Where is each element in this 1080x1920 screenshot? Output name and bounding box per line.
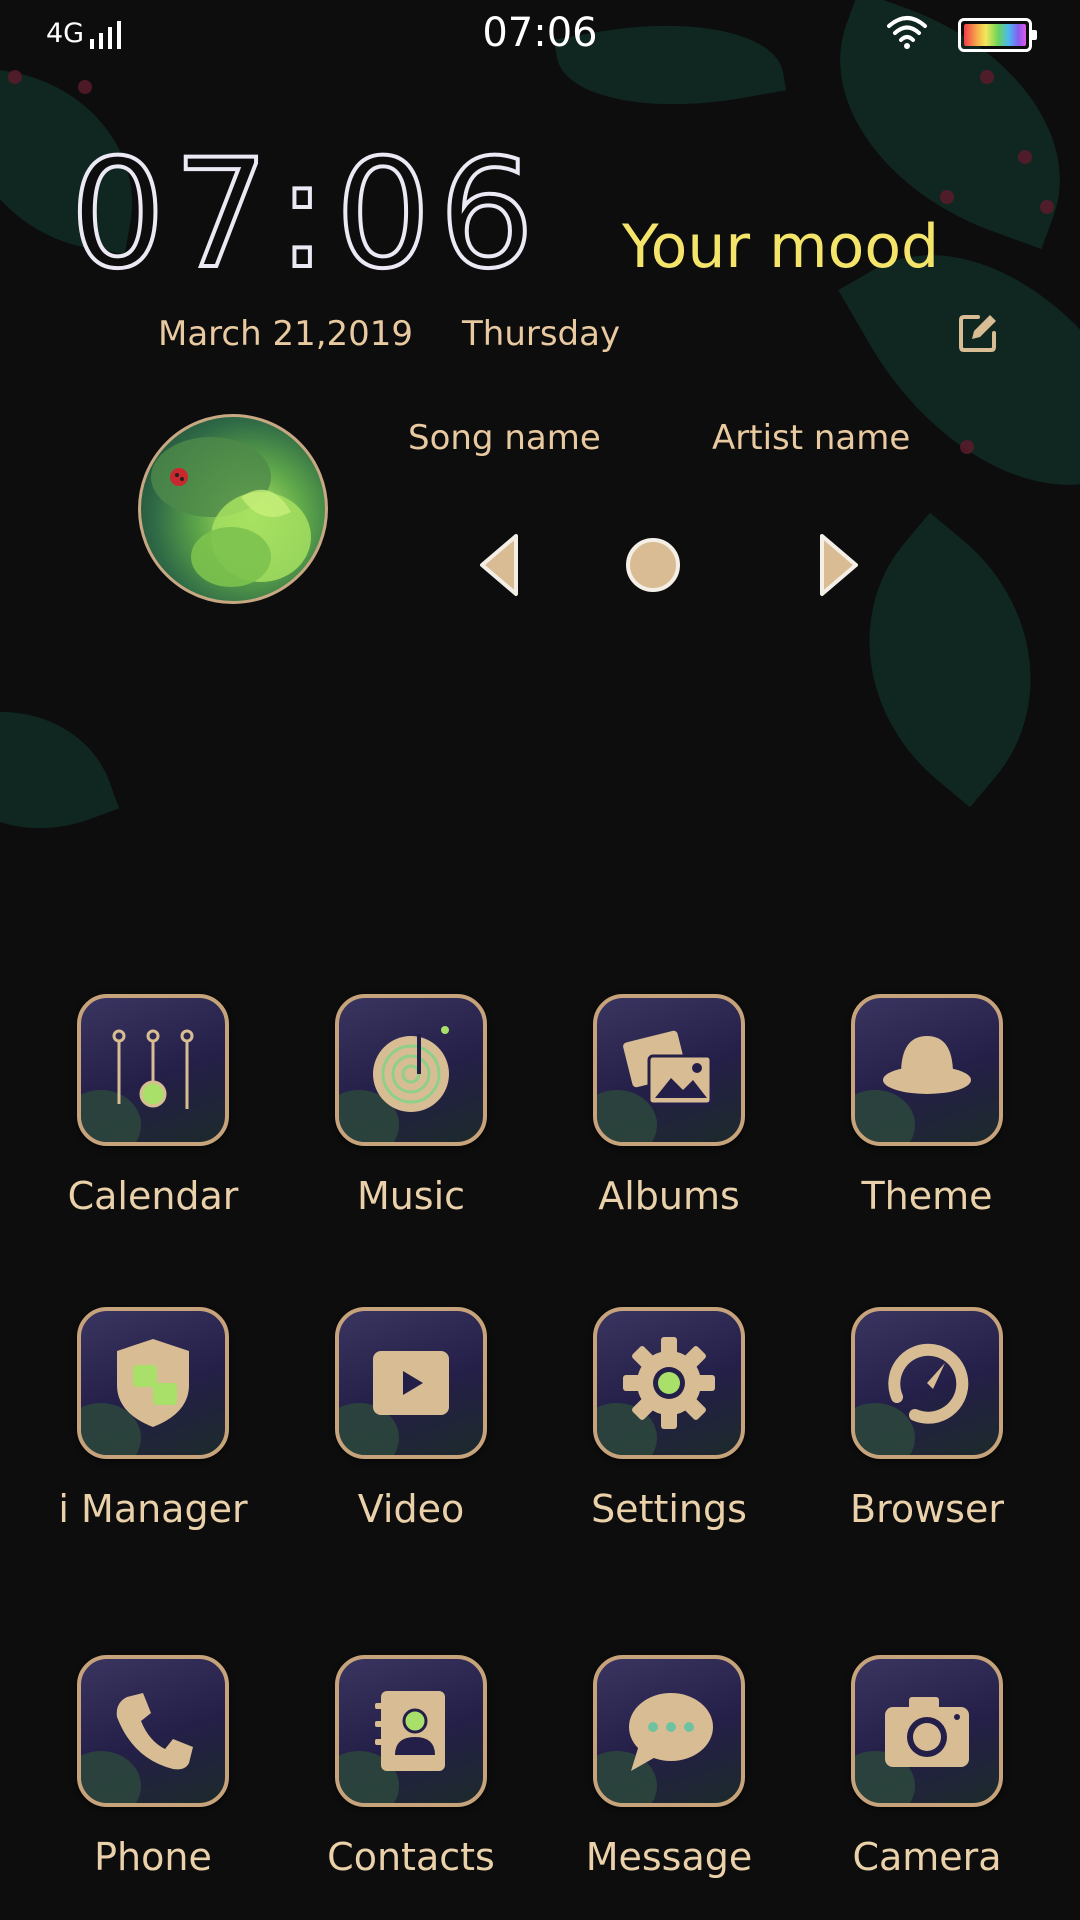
song-name[interactable]: Song name [408, 418, 601, 458]
clock-widget-time[interactable]: 07:06 [68, 138, 542, 292]
background-berry [78, 80, 92, 94]
camera-icon[interactable] [851, 1655, 1003, 1807]
shield-icon[interactable] [77, 1307, 229, 1459]
app-camera[interactable]: Camera [798, 1655, 1056, 1915]
background-berry [940, 190, 954, 204]
background-berry [960, 440, 974, 454]
app-label: Camera [852, 1835, 1002, 1879]
music-icon[interactable] [335, 994, 487, 1146]
app-settings[interactable]: Settings [540, 1307, 798, 1567]
artist-name[interactable]: Artist name [712, 418, 910, 458]
album-art[interactable] [138, 414, 328, 604]
app-label: Theme [861, 1174, 993, 1218]
play-pause-icon[interactable] [618, 530, 688, 600]
message-icon[interactable] [593, 1655, 745, 1807]
app-label: Phone [94, 1835, 212, 1879]
status-bar: 4G 07:06 [0, 0, 1080, 70]
compass-icon[interactable] [851, 1307, 1003, 1459]
background-berry [1040, 200, 1054, 214]
app-label: Contacts [327, 1835, 495, 1879]
app-music[interactable]: Music [282, 994, 540, 1254]
video-icon[interactable] [335, 1307, 487, 1459]
app-label: Albums [598, 1174, 740, 1218]
background-leaf [0, 676, 120, 864]
app-contacts[interactable]: Contacts [282, 1655, 540, 1915]
app-label: Video [357, 1487, 465, 1531]
app-message[interactable]: Message [540, 1655, 798, 1915]
app-label: Settings [591, 1487, 747, 1531]
app-label: Browser [850, 1487, 1004, 1531]
contacts-icon[interactable] [335, 1655, 487, 1807]
app-browser[interactable]: Browser [798, 1307, 1056, 1567]
calendar-icon[interactable] [77, 994, 229, 1146]
app-label: Message [585, 1835, 753, 1879]
date-label: March 21,2019 [158, 314, 414, 354]
mood-text[interactable]: Your mood [622, 212, 939, 282]
app-albums[interactable]: Albums [540, 994, 798, 1254]
background-berry [980, 70, 994, 84]
app-label: Calendar [67, 1174, 239, 1218]
app-video[interactable]: Video [282, 1307, 540, 1567]
edit-icon[interactable] [956, 311, 1000, 355]
app-phone[interactable]: Phone [24, 1655, 282, 1915]
app-imanager[interactable]: i Manager [24, 1307, 282, 1567]
battery-icon [958, 18, 1037, 52]
albums-icon[interactable] [593, 994, 745, 1146]
next-icon[interactable] [800, 530, 870, 600]
weekday-label: Thursday [462, 314, 621, 354]
background-berry [1018, 150, 1032, 164]
app-theme[interactable]: Theme [798, 994, 1056, 1254]
wifi-icon [887, 16, 927, 49]
background-berry [8, 70, 22, 84]
phone-icon[interactable] [77, 1655, 229, 1807]
app-label: i Manager [58, 1487, 248, 1531]
theme-icon[interactable] [851, 994, 1003, 1146]
gear-icon[interactable] [593, 1307, 745, 1459]
previous-icon[interactable] [468, 530, 538, 600]
app-calendar[interactable]: Calendar [24, 994, 282, 1254]
app-label: Music [356, 1174, 466, 1218]
